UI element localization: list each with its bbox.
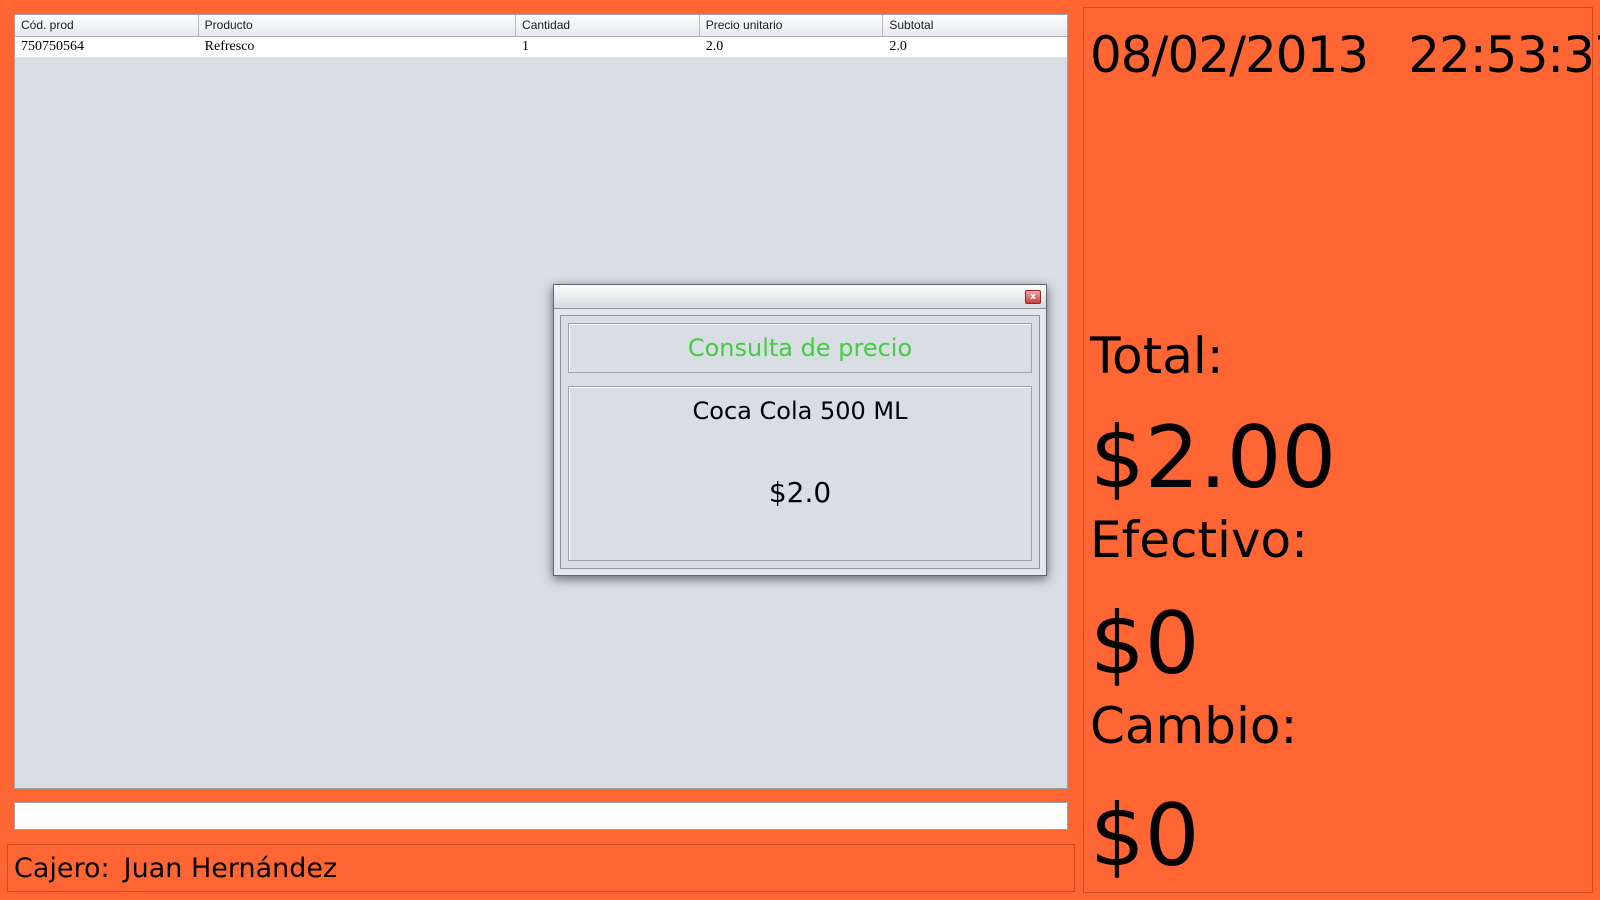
total-value: $2.00 [1090,408,1337,508]
column-header-codigo[interactable]: Cód. prod [15,15,199,36]
price-lookup-dialog[interactable]: x Consulta de precio Coca Cola 500 ML $2… [553,284,1047,576]
column-header-subtotal[interactable]: Subtotal [883,15,1067,36]
cell-precio-unitario: 2.0 [705,39,724,54]
cell-subtotal: 2.0 [889,39,907,54]
dialog-title: Consulta de precio [568,323,1032,373]
cell-cantidad: 1 [522,39,530,54]
table-header: Cód. prod Producto Cantidad Precio unita… [15,15,1067,37]
time-display: 22:53:37 [1408,26,1600,84]
cambio-value: $0 [1090,786,1200,886]
total-label: Total: [1090,327,1224,385]
barcode-input[interactable] [14,802,1068,830]
cashier-name: Juan Hernández [123,852,338,884]
totals-panel: 08/02/2013 22:53:37 Total: $2.00 Efectivo… [1083,7,1600,893]
dialog-body: Consulta de precio Coca Cola 500 ML $2.0 [560,315,1040,569]
dialog-titlebar[interactable]: x [554,285,1046,309]
column-header-precio-unitario[interactable]: Precio unitario [700,15,884,36]
cell-codigo: 750750564 [21,39,84,54]
column-header-producto[interactable]: Producto [199,15,517,36]
datetime-display: 08/02/2013 22:53:37 [1090,20,1600,90]
cambio-label: Cambio: [1090,697,1298,755]
cashier-bar: Cajero: Juan Hernández [7,844,1075,892]
cell-producto: Refresco [204,39,255,54]
table-row[interactable]: 750750564 Refresco 1 2.0 2.0 [15,37,1067,57]
cashier-label: Cajero: [14,852,110,884]
close-button[interactable]: x [1025,290,1041,304]
product-price: $2.0 [768,476,832,509]
close-icon: x [1030,292,1036,302]
column-header-cantidad[interactable]: Cantidad [516,15,700,36]
efectivo-value: $0 [1090,594,1200,694]
product-name: Coca Cola 500 ML [692,397,908,425]
date-display: 08/02/2013 [1090,26,1369,84]
dialog-content: Coca Cola 500 ML $2.0 [568,386,1032,561]
efectivo-label: Efectivo: [1090,511,1308,569]
